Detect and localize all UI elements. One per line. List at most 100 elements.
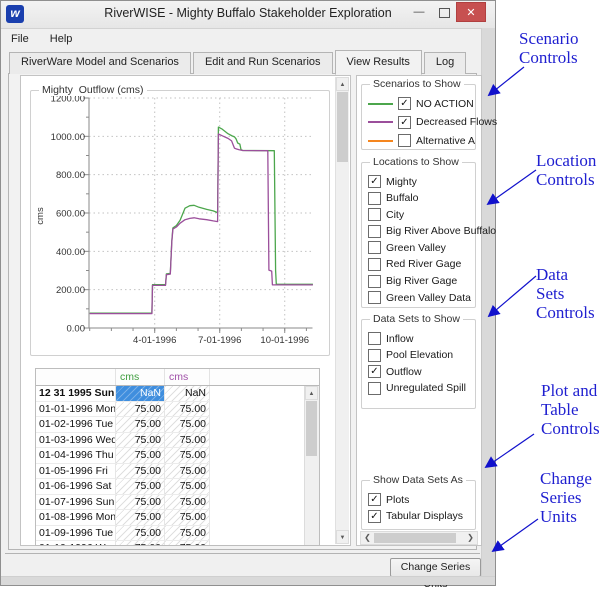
table-cell[interactable]: 75.00 bbox=[165, 479, 210, 495]
checkbox-label[interactable]: Plots bbox=[386, 494, 409, 506]
scroll-right-icon[interactable]: ❯ bbox=[464, 532, 477, 544]
table-cell[interactable]: 01-02-1996 Tue bbox=[36, 417, 116, 433]
checkbox[interactable] bbox=[368, 208, 381, 221]
tab-edit-and-run-scenarios[interactable]: Edit and Run Scenarios bbox=[193, 52, 333, 74]
table-cell[interactable]: 75.00 bbox=[165, 495, 210, 511]
table-cell[interactable]: 75.00 bbox=[116, 541, 165, 546]
checkbox-label[interactable]: Alternative A bbox=[416, 135, 475, 147]
checkbox[interactable]: ✓ bbox=[368, 493, 381, 506]
checkbox-row[interactable]: Red River Gage bbox=[368, 258, 470, 271]
menu-help[interactable]: Help bbox=[41, 29, 82, 49]
checkbox-row[interactable]: Green Valley Data bbox=[368, 291, 470, 304]
table-cell[interactable]: 75.00 bbox=[116, 402, 165, 418]
checkbox-label[interactable]: Green Valley bbox=[386, 242, 446, 254]
checkbox-label[interactable]: Inflow bbox=[386, 333, 413, 345]
checkbox-label[interactable]: Big River Gage bbox=[386, 275, 457, 287]
checkbox-row[interactable]: ✓Outflow bbox=[368, 365, 470, 378]
checkbox-row[interactable]: Big River Gage bbox=[368, 275, 470, 288]
panel-scrollbar[interactable]: ▲ ▼ bbox=[335, 77, 349, 544]
table-cell[interactable]: 01-05-1996 Fri bbox=[36, 464, 116, 480]
checkbox-row[interactable]: Big River Above Buffalo bbox=[368, 225, 470, 238]
checkbox[interactable]: ✓ bbox=[398, 116, 411, 129]
scrollbar-thumb[interactable] bbox=[337, 92, 348, 162]
tab-riverware-model-and-scenarios[interactable]: RiverWare Model and Scenarios bbox=[9, 52, 191, 74]
table-cell[interactable]: 01-07-1996 Sun bbox=[36, 495, 116, 511]
scroll-down-icon[interactable]: ▼ bbox=[336, 530, 349, 544]
checkbox-row[interactable]: Unregulated Spill bbox=[368, 382, 470, 395]
checkbox-row[interactable]: ✓ Tabular Displays bbox=[368, 510, 470, 523]
checkbox[interactable] bbox=[368, 332, 381, 345]
checkbox[interactable] bbox=[368, 349, 381, 362]
checkbox-row[interactable]: Inflow bbox=[368, 332, 470, 345]
table-cell[interactable]: 01-01-1996 Mon bbox=[36, 402, 116, 418]
checkbox-row[interactable]: Alternative A bbox=[368, 134, 470, 147]
tab-view-results[interactable]: View Results bbox=[335, 50, 422, 75]
table-cell[interactable]: 75.00 bbox=[116, 510, 165, 526]
checkbox[interactable] bbox=[368, 382, 381, 395]
table-cell[interactable]: 75.00 bbox=[165, 541, 210, 546]
checkbox-label[interactable]: Decreased Flows bbox=[416, 116, 497, 128]
checkbox-label[interactable]: Big River Above Buffalo bbox=[386, 225, 496, 237]
checkbox-label[interactable]: City bbox=[386, 209, 404, 221]
table-scrollbar[interactable]: ▲ bbox=[304, 386, 319, 545]
checkbox-row[interactable]: City bbox=[368, 208, 470, 221]
checkbox[interactable] bbox=[368, 192, 381, 205]
table-cell[interactable]: 75.00 bbox=[116, 464, 165, 480]
table-cell[interactable]: 01-10-1996 Wed bbox=[36, 541, 116, 546]
scrollbar-thumb[interactable] bbox=[374, 533, 456, 543]
table-cell[interactable]: 01-08-1996 Mon bbox=[36, 510, 116, 526]
checkbox[interactable] bbox=[368, 291, 381, 304]
checkbox-row[interactable]: Green Valley bbox=[368, 241, 470, 254]
tab-log[interactable]: Log bbox=[424, 52, 466, 74]
scrollbar-thumb[interactable] bbox=[306, 401, 317, 456]
table-cell[interactable]: 75.00 bbox=[116, 526, 165, 542]
title-bar[interactable]: w RiverWISE - Mighty Buffalo Stakeholder… bbox=[1, 1, 495, 29]
table-cell[interactable]: 75.00 bbox=[165, 402, 210, 418]
scroll-up-icon[interactable]: ▲ bbox=[336, 77, 349, 91]
table-cell[interactable]: 75.00 bbox=[116, 417, 165, 433]
table-cell[interactable]: 75.00 bbox=[165, 526, 210, 542]
table-cell[interactable]: 01-09-1996 Tue bbox=[36, 526, 116, 542]
checkbox-label[interactable]: Green Valley Data bbox=[386, 292, 471, 304]
checkbox[interactable] bbox=[368, 241, 381, 254]
checkbox-label[interactable]: Red River Gage bbox=[386, 258, 461, 270]
table-cell[interactable]: 12 31 1995 Sun bbox=[36, 386, 116, 402]
table-cell[interactable]: 75.00 bbox=[165, 417, 210, 433]
table-cell[interactable]: 75.00 bbox=[116, 495, 165, 511]
checkbox-row[interactable]: ✓Decreased Flows bbox=[368, 116, 470, 129]
table-cell[interactable]: 75.00 bbox=[116, 479, 165, 495]
checkbox[interactable] bbox=[398, 134, 411, 147]
checkbox-row[interactable]: ✓ Mighty bbox=[368, 175, 470, 188]
checkbox-label[interactable]: NO ACTION bbox=[416, 98, 474, 110]
checkbox-label[interactable]: Unregulated Spill bbox=[386, 382, 466, 394]
table-cell[interactable]: 75.00 bbox=[165, 448, 210, 464]
table-cell[interactable]: 75.00 bbox=[116, 433, 165, 449]
scroll-left-icon[interactable]: ❮ bbox=[361, 532, 374, 544]
checkbox-label[interactable]: Pool Elevation bbox=[386, 349, 453, 361]
table-cell[interactable]: 75.00 bbox=[165, 510, 210, 526]
checkbox[interactable] bbox=[368, 225, 381, 238]
checkbox-row[interactable]: ✓NO ACTION bbox=[368, 97, 470, 110]
table-cell[interactable]: NaN bbox=[165, 386, 210, 402]
change-series-units-button[interactable]: Change Series Units bbox=[390, 558, 481, 577]
close-button[interactable]: ✕ bbox=[456, 2, 486, 22]
checkbox-label[interactable]: Tabular Displays bbox=[386, 510, 463, 522]
checkbox-row[interactable]: Buffalo bbox=[368, 192, 470, 205]
table-cell[interactable]: 01-04-1996 Thu bbox=[36, 448, 116, 464]
checkbox-row[interactable]: ✓ Plots bbox=[368, 493, 470, 506]
table-cell[interactable]: 75.00 bbox=[165, 464, 210, 480]
scroll-up-icon[interactable]: ▲ bbox=[305, 386, 318, 400]
minimize-button[interactable]: — bbox=[406, 2, 432, 22]
checkbox-label[interactable]: Mighty bbox=[386, 176, 417, 188]
menu-file[interactable]: File bbox=[2, 29, 38, 49]
checkbox[interactable] bbox=[368, 258, 381, 271]
checkbox[interactable] bbox=[368, 275, 381, 288]
table-cell[interactable]: 01-06-1996 Sat bbox=[36, 479, 116, 495]
checkbox[interactable]: ✓ bbox=[368, 175, 381, 188]
table-cell[interactable]: 01-03-1996 Wed bbox=[36, 433, 116, 449]
checkbox[interactable]: ✓ bbox=[368, 510, 381, 523]
checkbox[interactable]: ✓ bbox=[398, 97, 411, 110]
horizontal-scrollbar[interactable]: ❮ ❯ bbox=[360, 531, 478, 545]
checkbox-label[interactable]: Outflow bbox=[386, 366, 422, 378]
table-cell[interactable]: NaN bbox=[116, 386, 165, 402]
